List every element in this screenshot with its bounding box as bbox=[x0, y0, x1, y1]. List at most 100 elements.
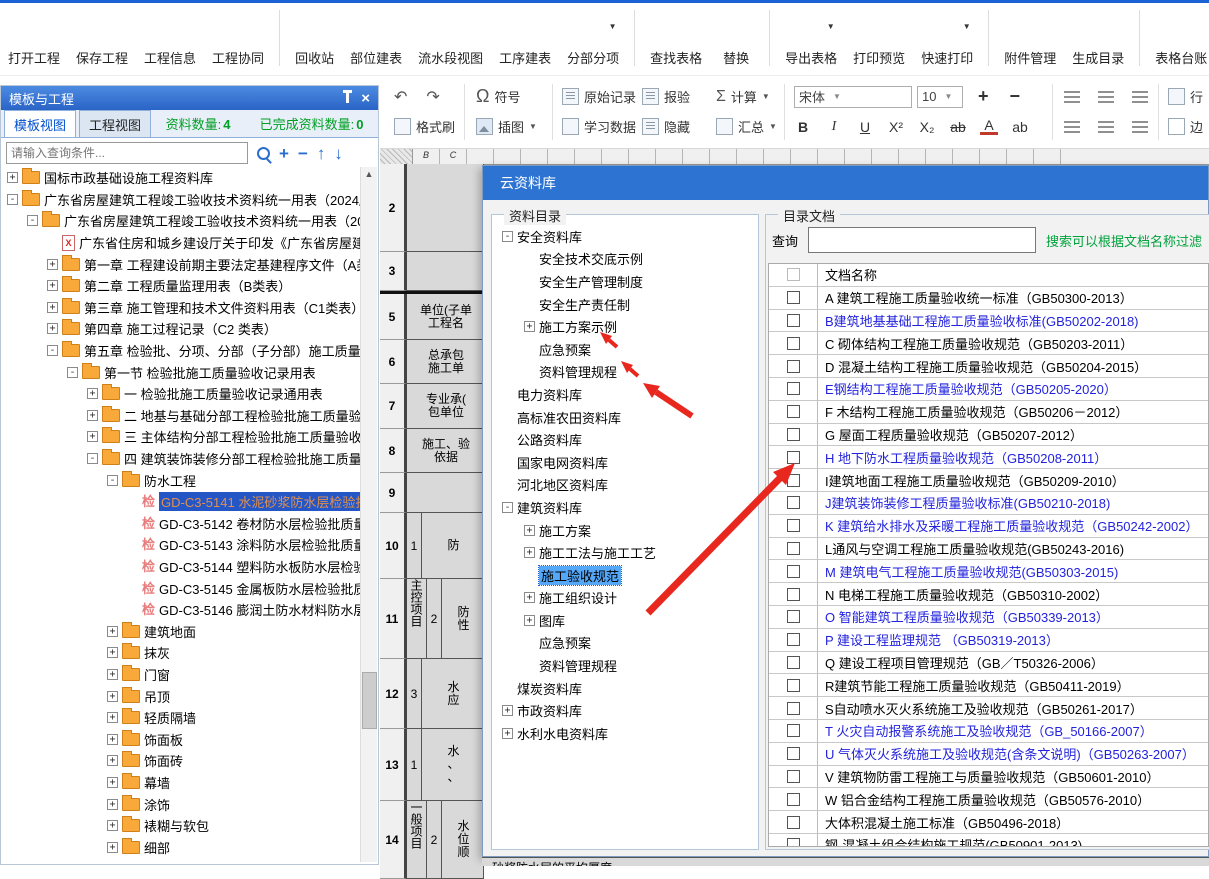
column-header[interactable] bbox=[629, 148, 656, 164]
tree-expander[interactable]: - bbox=[502, 231, 513, 242]
next-icon[interactable]: ↓ bbox=[334, 145, 343, 162]
catalog-tree-item[interactable]: 资料管理规程 bbox=[496, 654, 756, 677]
summarize-button[interactable]: 汇总▼ bbox=[716, 114, 777, 139]
column-header[interactable] bbox=[926, 148, 953, 164]
document-name[interactable]: B建筑地基基础工程施工质量验收标准(GB50202-2018) bbox=[818, 310, 1208, 332]
font-increase-button[interactable]: + bbox=[978, 86, 989, 107]
document-name[interactable]: W 铝合金结构工程施工质量验收规范（GB50576-2010） bbox=[818, 788, 1208, 810]
document-checkbox[interactable] bbox=[787, 291, 800, 304]
row-number[interactable]: 5 bbox=[380, 294, 407, 340]
tree-expander[interactable]: - bbox=[7, 194, 18, 205]
document-checkbox[interactable] bbox=[787, 747, 800, 760]
document-name[interactable]: T 火灾自动报警系统施工及验收规范（GB_50166-2007） bbox=[818, 720, 1208, 742]
tree-item[interactable]: + 饰面砖 bbox=[3, 750, 360, 772]
bold-button[interactable]: B bbox=[794, 119, 812, 135]
tree-expander[interactable]: - bbox=[87, 453, 98, 464]
learning-data-button[interactable]: 学习数据▼ bbox=[562, 114, 649, 139]
tree-item[interactable]: + 涂饰 bbox=[3, 793, 360, 815]
tree-expander[interactable]: + bbox=[107, 647, 118, 658]
search-icon[interactable] bbox=[257, 147, 270, 160]
tree-expander[interactable]: + bbox=[47, 302, 58, 313]
document-row[interactable]: I建筑地面工程施工质量验收规范（GB50209-2010） bbox=[769, 469, 1208, 492]
tree-item[interactable]: - 第一节 检验批施工质量验收记录用表 bbox=[3, 361, 360, 383]
tree-item[interactable]: + 裱糊与软包 bbox=[3, 815, 360, 837]
sheet-cell[interactable]: 专业承( 包单位 bbox=[407, 384, 484, 429]
sheet-cell[interactable]: 主控项目 2 防 性 bbox=[407, 579, 484, 659]
document-row[interactable]: G 屋面工程质量验收规范（GB50207-2012） bbox=[769, 424, 1208, 447]
document-checkbox[interactable] bbox=[787, 428, 800, 441]
column-header[interactable] bbox=[548, 148, 575, 164]
sheet-cell[interactable]: 总承包 施工单 bbox=[407, 340, 484, 384]
symbol-button[interactable]: Ω符号 bbox=[476, 84, 537, 109]
select-all-checkbox[interactable] bbox=[787, 268, 800, 281]
document-checkbox[interactable] bbox=[787, 314, 800, 327]
document-name[interactable]: U 气体灭火系统施工及验收规范(含条文说明)（GB50263-2007） bbox=[818, 743, 1208, 765]
document-checkbox[interactable] bbox=[787, 588, 800, 601]
align-right-icon[interactable] bbox=[1132, 121, 1148, 133]
document-name[interactable]: 钢-混凝土组合结构施工规范(GB50901-2013) bbox=[818, 834, 1208, 847]
tree-item[interactable]: - 四 建筑装饰装修分部工程检验批施工质量验收 bbox=[3, 448, 360, 470]
toolbar-button[interactable]: ⇆ ▼ 替换 bbox=[710, 8, 762, 67]
illustration-button[interactable]: 插图▼ bbox=[476, 114, 537, 139]
sheet-cell[interactable] bbox=[407, 252, 484, 291]
sheet-cell[interactable] bbox=[407, 473, 484, 513]
tree-item[interactable]: - 广东省房屋建筑工程竣工验收技术资料统一用表（2024版） bbox=[3, 189, 360, 211]
document-name[interactable]: M 建筑电气工程施工质量验收规范(GB50303-2015) bbox=[818, 560, 1208, 582]
toolbar-button[interactable]: ▼ 分部分项 bbox=[559, 8, 627, 67]
document-row[interactable]: C 砌体结构工程施工质量验收规范（GB50203-2011） bbox=[769, 332, 1208, 355]
hide-button[interactable]: 隐藏 bbox=[642, 114, 690, 139]
sheet-cell[interactable]: 3 水 应 bbox=[407, 659, 484, 729]
document-checkbox[interactable] bbox=[787, 610, 800, 623]
tree-expander[interactable]: + bbox=[107, 799, 118, 810]
document-row[interactable]: E钢结构工程施工质量验收规范（GB50205-2020） bbox=[769, 378, 1208, 401]
tab-project-view[interactable]: 工程视图 bbox=[79, 110, 151, 137]
tree-expander[interactable]: + bbox=[47, 323, 58, 334]
column-header[interactable] bbox=[494, 148, 521, 164]
toolbar-button[interactable]: ≡ ▼ 生成目录 bbox=[1064, 8, 1132, 67]
catalog-tree-item[interactable]: - 安全资料库 bbox=[496, 225, 756, 248]
column-header[interactable] bbox=[791, 148, 818, 164]
catalog-tree-item[interactable]: 应急预案 bbox=[496, 338, 756, 361]
tree-expander[interactable]: + bbox=[107, 669, 118, 680]
tree-item[interactable]: + 一 检验批施工质量验收记录通用表 bbox=[3, 383, 360, 405]
document-name[interactable]: P 建设工程监理规范 （GB50319-2013） bbox=[818, 629, 1208, 651]
undo-icon[interactable]: ↶ bbox=[394, 87, 407, 107]
calculate-button[interactable]: Σ计算▼ bbox=[716, 84, 777, 109]
catalog-tree-item[interactable]: 国家电网资料库 bbox=[496, 451, 756, 474]
format-painter-button[interactable]: 格式刷 bbox=[394, 114, 455, 139]
toolbar-button[interactable]: ▼ 查找表格 bbox=[642, 8, 710, 67]
catalog-tree-item[interactable]: 公路资料库 bbox=[496, 428, 756, 451]
column-header[interactable] bbox=[818, 148, 845, 164]
tree-item[interactable]: - 第五章 检验批、分项、分部（子分部）施工质量及分 bbox=[3, 340, 360, 362]
tree-expander[interactable]: - bbox=[107, 475, 118, 486]
superscript-button[interactable]: X² bbox=[887, 119, 905, 135]
document-row[interactable]: S自动喷水灭火系统施工及验收规范（GB50261-2017） bbox=[769, 697, 1208, 720]
tree-item[interactable]: + 轻质隔墙 bbox=[3, 707, 360, 729]
tree-item[interactable]: + 二 地基与基础分部工程检验批施工质量验收记 bbox=[3, 405, 360, 427]
tree-expander[interactable]: + bbox=[107, 626, 118, 637]
catalog-tree-item[interactable]: + 施工方案示例 bbox=[496, 315, 756, 338]
border-button[interactable]: 边 bbox=[1168, 114, 1203, 139]
toolbar-button[interactable]: ▤ ▼ 表格台账 bbox=[1147, 8, 1209, 67]
catalog-tree-item[interactable]: + 施工组织设计 bbox=[496, 587, 756, 610]
row-number[interactable]: 9 bbox=[380, 473, 407, 513]
document-name[interactable]: R建筑节能工程施工质量验收规范（GB50411-2019） bbox=[818, 674, 1208, 696]
catalog-tree-item[interactable]: 河北地区资料库 bbox=[496, 474, 756, 497]
toolbar-button[interactable]: ▼ 工程信息 bbox=[136, 8, 204, 67]
column-header[interactable] bbox=[602, 148, 629, 164]
row-number[interactable]: 2 bbox=[380, 164, 407, 252]
tree-expander[interactable]: + bbox=[107, 734, 118, 745]
document-name[interactable]: G 屋面工程质量验收规范（GB50207-2012） bbox=[818, 424, 1208, 446]
document-checkbox[interactable] bbox=[787, 519, 800, 532]
tree-item[interactable]: + 国标市政基础设施工程资料库 bbox=[3, 167, 360, 189]
document-checkbox[interactable] bbox=[787, 770, 800, 783]
underline-button[interactable]: U bbox=[856, 119, 874, 135]
tree-item[interactable]: + 第二章 工程质量监理用表（B类表） bbox=[3, 275, 360, 297]
tree-expander[interactable]: + bbox=[107, 712, 118, 723]
tree-item[interactable]: GD-C3-5142 卷材防水层检验批质量验收 bbox=[3, 513, 360, 535]
column-header[interactable] bbox=[710, 148, 737, 164]
document-checkbox[interactable] bbox=[787, 405, 800, 418]
document-row[interactable]: 钢-混凝土组合结构施工规范(GB50901-2013) bbox=[769, 834, 1208, 847]
chevron-down-icon[interactable]: ▼ bbox=[963, 22, 971, 31]
tree-item[interactable]: GD-C3-5146 膨润土防水材料防水层检验 bbox=[3, 599, 360, 621]
